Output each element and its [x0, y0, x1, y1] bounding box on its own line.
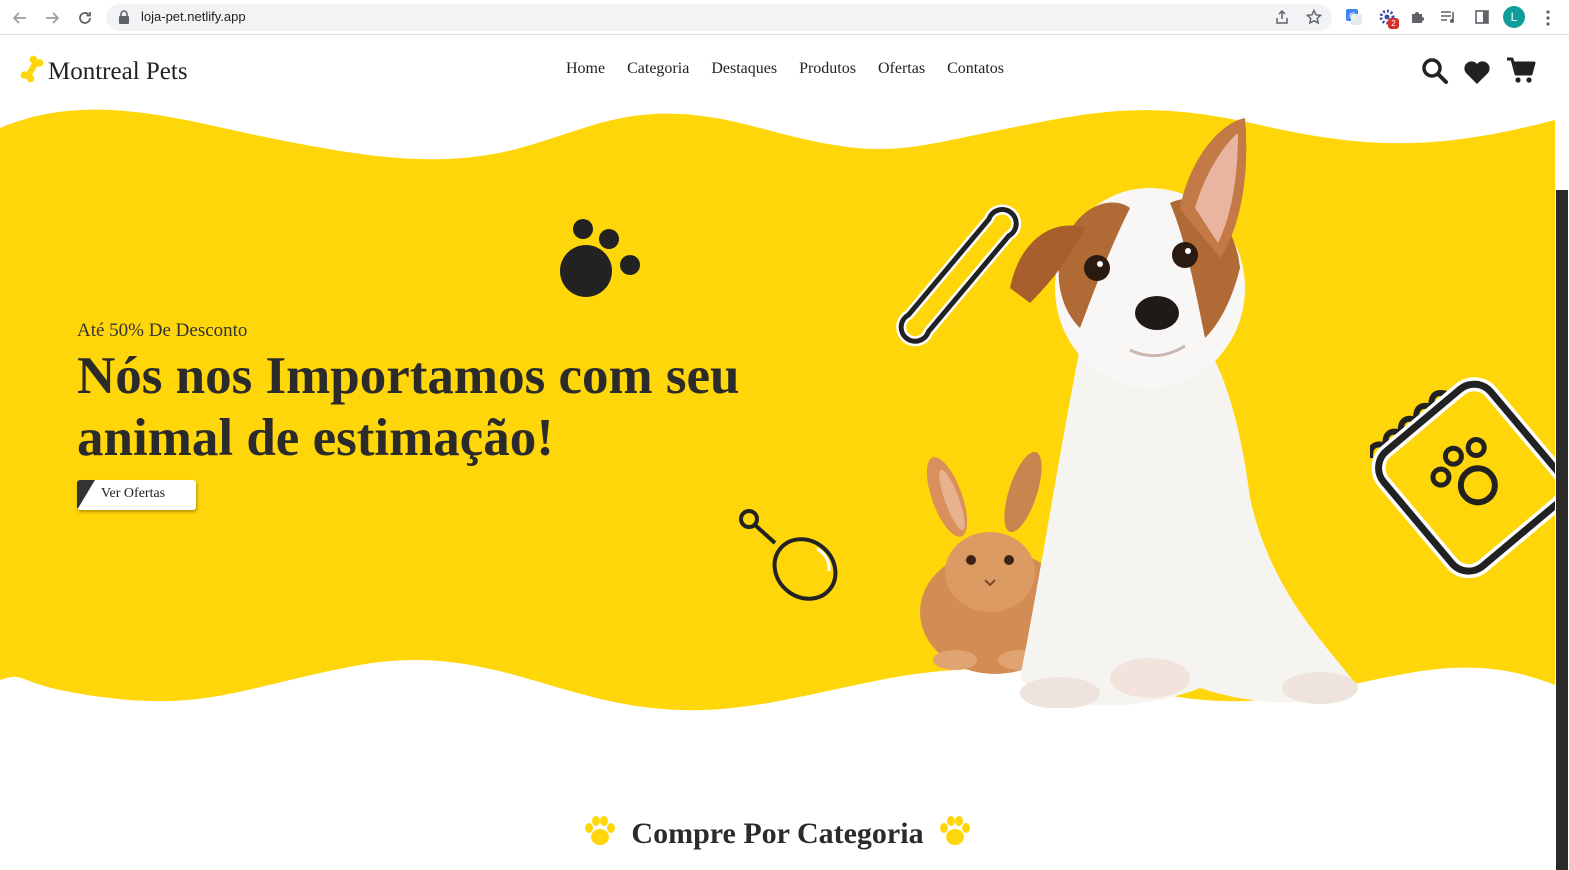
page-scrollbar-thumb[interactable] — [1556, 190, 1568, 870]
nav-home[interactable]: Home — [566, 60, 605, 78]
discount-subtitle: Até 50% De Desconto — [77, 320, 248, 341]
extension-badge: 2 — [1388, 18, 1399, 29]
heart-icon[interactable] — [1463, 59, 1491, 90]
share-icon[interactable] — [1274, 9, 1290, 30]
hero-text-block: Até 50% De Desconto Nós nos Importamos c… — [77, 320, 817, 469]
forward-icon[interactable] — [40, 6, 64, 30]
search-icon[interactable] — [1421, 57, 1449, 90]
browser-menu-icon[interactable] — [1540, 8, 1556, 28]
cart-icon[interactable] — [1506, 56, 1536, 89]
logo[interactable]: Montreal Pets — [20, 54, 188, 89]
logo-text: Montreal Pets — [48, 57, 188, 85]
browser-toolbar: loja-pet.netlify.app G 2 L — [0, 0, 1569, 35]
back-icon[interactable] — [8, 6, 32, 30]
nav-categoria[interactable]: Categoria — [627, 60, 689, 78]
nav-produtos[interactable]: Produtos — [799, 60, 856, 78]
bookmark-star-icon[interactable] — [1305, 8, 1323, 30]
url-text: loja-pet.netlify.app — [141, 9, 246, 24]
button-corner-accent — [77, 480, 95, 510]
ver-ofertas-label: Ver Ofertas — [101, 486, 166, 501]
side-panel-icon[interactable] — [1472, 7, 1492, 27]
address-bar[interactable]: loja-pet.netlify.app — [106, 4, 1332, 31]
paw-icon-right — [938, 815, 972, 852]
section-title: Compre Por Categoria — [631, 816, 924, 850]
lock-icon — [118, 10, 130, 29]
nav-contatos[interactable]: Contatos — [947, 60, 1004, 78]
puzzle-icon[interactable] — [1408, 7, 1428, 27]
ver-ofertas-button[interactable]: Ver Ofertas — [77, 480, 196, 510]
puppy-image — [1000, 118, 1365, 713]
bone-logo-icon — [20, 54, 44, 89]
paw-print-icon — [558, 215, 644, 306]
profile-avatar[interactable]: L — [1503, 6, 1525, 28]
nav-ofertas[interactable]: Ofertas — [878, 60, 925, 78]
hero-title: Nós nos Importamos com seu animal de est… — [77, 347, 740, 467]
translate-extension-icon[interactable]: G — [1344, 7, 1364, 27]
nav-destaques[interactable]: Destaques — [711, 60, 777, 78]
category-section-header: Compre Por Categoria — [0, 815, 1555, 852]
media-control-icon[interactable] — [1439, 7, 1459, 27]
main-nav: Home Categoria Destaques Produtos Oferta… — [566, 60, 1026, 78]
paw-icon-left — [583, 815, 617, 852]
site-header: Montreal Pets Home Categoria Destaques P… — [0, 36, 1555, 106]
svg-text:G: G — [1349, 12, 1356, 22]
pet-food-bowl-icon — [1367, 360, 1569, 595]
reload-icon[interactable] — [73, 6, 97, 30]
hero-banner: Até 50% De Desconto Nós nos Importamos c… — [0, 100, 1569, 720]
drumstick-outline-icon — [735, 507, 845, 612]
